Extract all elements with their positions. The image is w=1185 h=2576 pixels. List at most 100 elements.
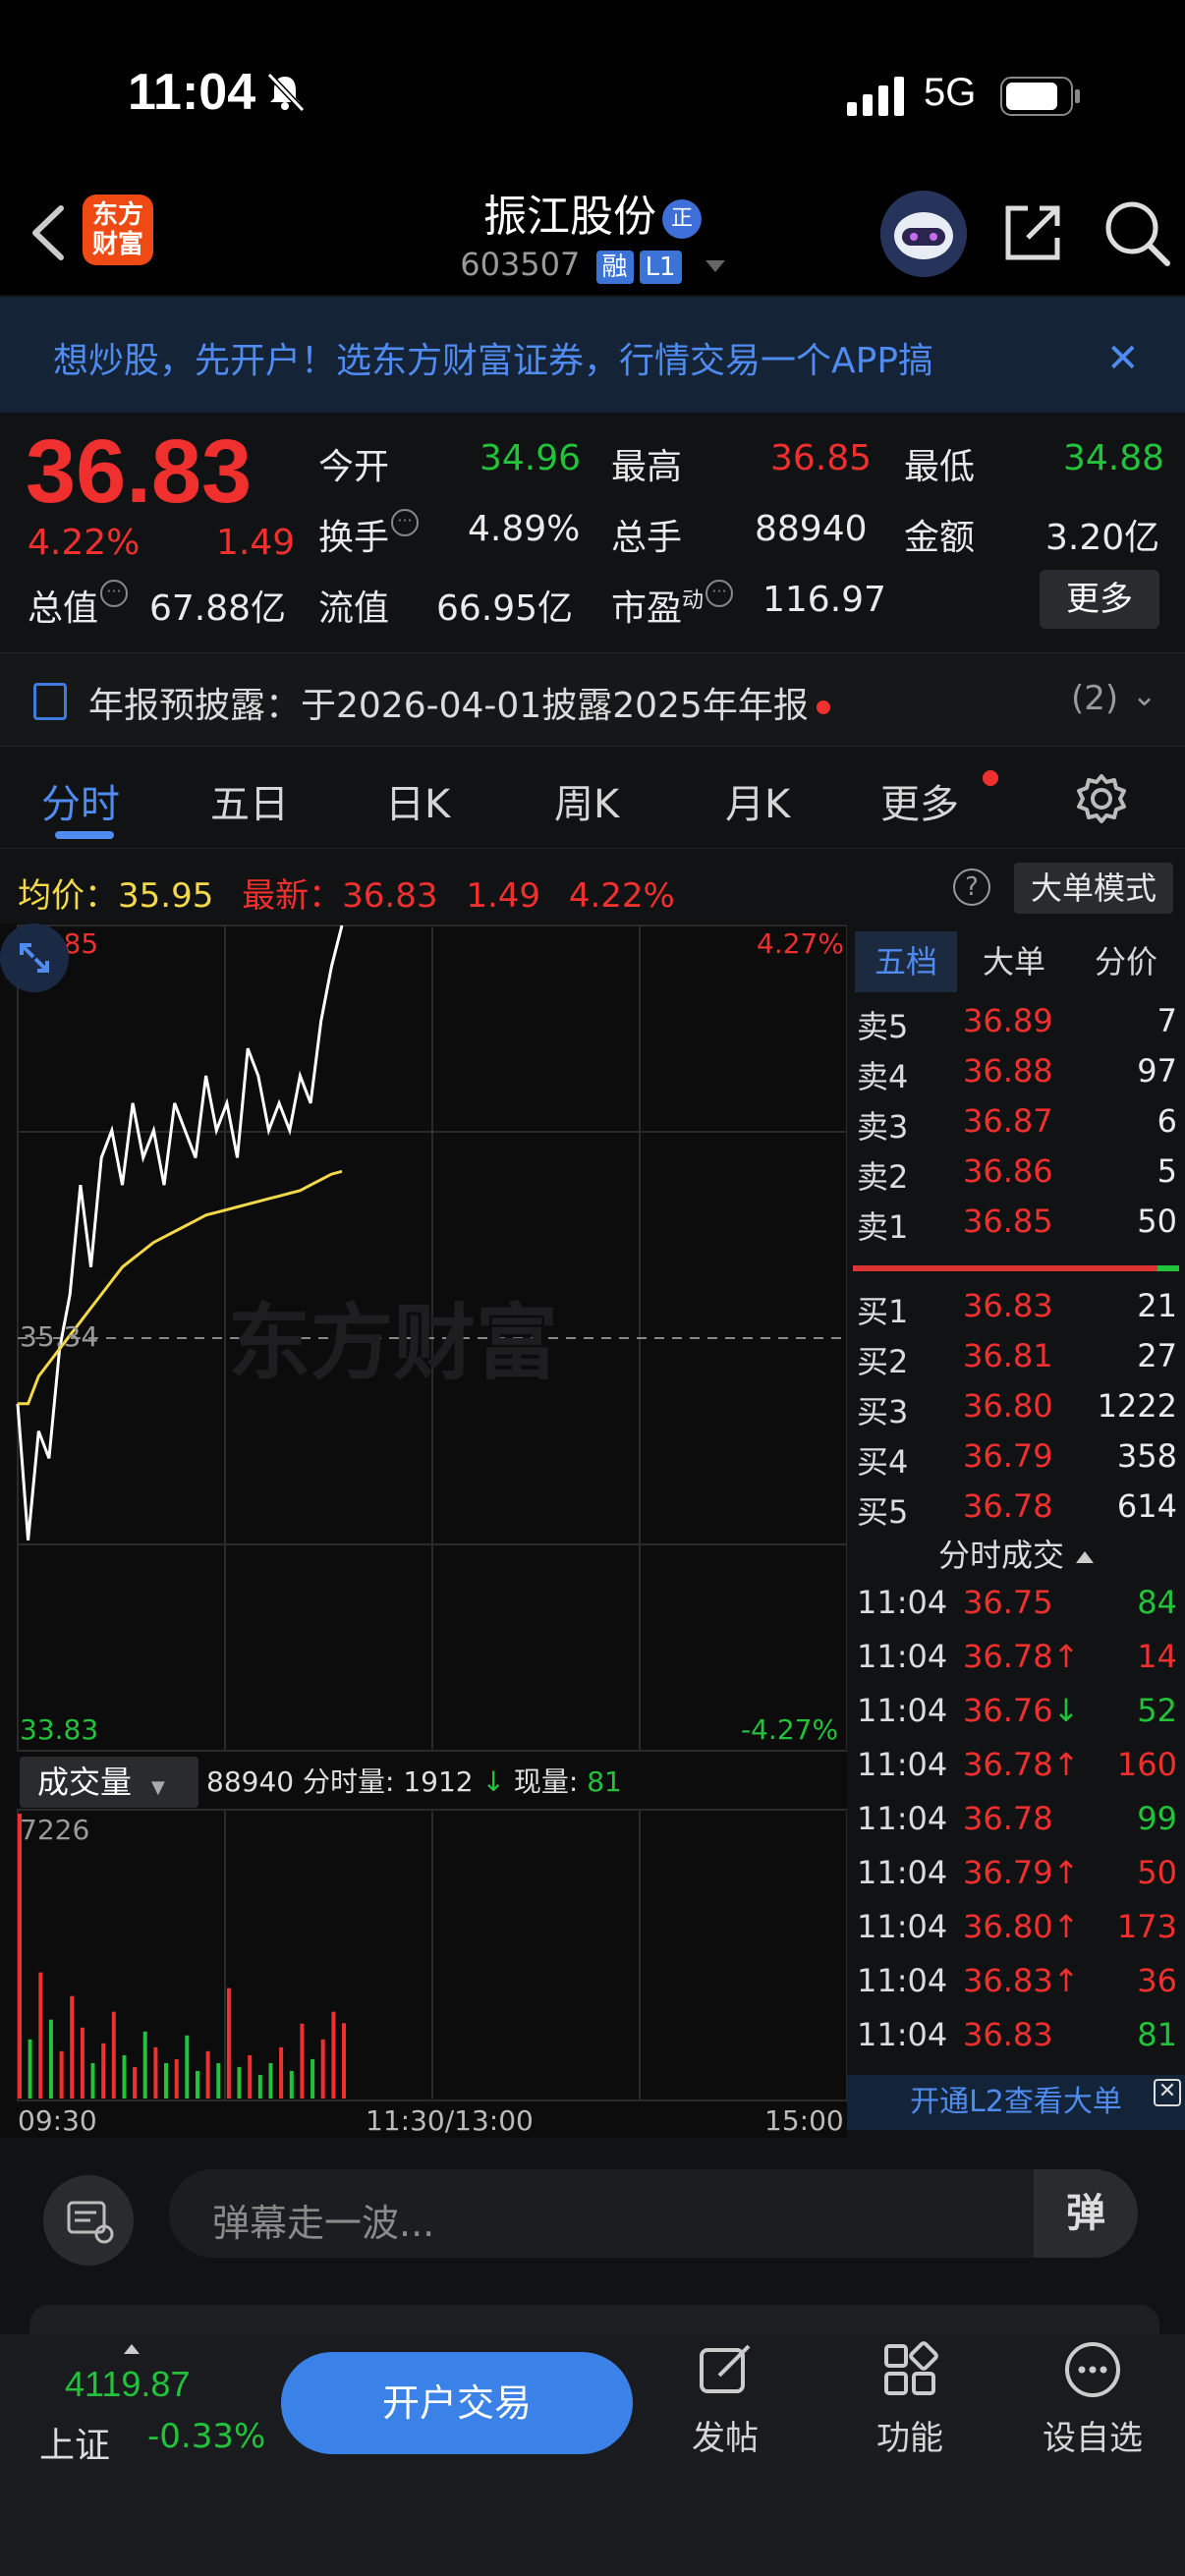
high-value: 36.85 — [770, 438, 873, 478]
volume-bar — [300, 2023, 305, 2099]
ask-row-3: 卖3 36.87 6 — [857, 1102, 1177, 1146]
more-circle-icon — [1065, 2342, 1120, 2397]
bid-row-4: 买4 36.79 358 — [857, 1437, 1177, 1481]
ask-row-2: 卖2 36.86 5 — [857, 1152, 1177, 1196]
tab-intraday[interactable]: 分时 — [41, 772, 120, 829]
chevron-down-icon[interactable]: ⌄ — [1132, 679, 1157, 713]
volume-bar — [101, 2043, 106, 2099]
announcement-text: 年报预披露：于2026-04-01披露2025年年报 — [88, 677, 830, 728]
stock-name-text: 振江股份 — [483, 192, 656, 242]
ask-row-5: 卖5 36.89 7 — [857, 1002, 1177, 1045]
stock-code-text: 603507 — [460, 246, 581, 283]
volume-bar — [320, 2039, 325, 2099]
more-quote-button[interactable]: 更多 — [1040, 570, 1159, 629]
share-icon[interactable] — [1000, 200, 1065, 265]
volume-bar — [310, 2058, 315, 2099]
volume-bar — [257, 2074, 262, 2099]
index-value[interactable]: 4119.87 — [65, 2364, 190, 2405]
book-tab-big-order[interactable]: 大单 — [963, 931, 1065, 992]
info-icon[interactable]: ··· — [100, 580, 129, 607]
order-book: 五档 大单 分价 卖5 36.89 7 卖4 36.88 97 卖3 36.87 6 卖2 3… — [847, 924, 1185, 2138]
document-icon — [33, 683, 67, 720]
l2-promo-banner[interactable]: 开通L2查看大单 ✕ — [847, 2075, 1185, 2130]
nav-add-watchlist[interactable]: 设自选 — [1024, 2340, 1161, 2459]
announcement-bar[interactable]: 年报预披露：于2026-04-01披露2025年年报 (2) ⌄ — [0, 652, 1185, 747]
tab-daily-k[interactable]: 日K — [385, 772, 450, 829]
volume-bar — [122, 2054, 127, 2099]
chevron-down-icon — [705, 260, 725, 272]
status-time: 11:04 — [128, 64, 256, 121]
index-pct[interactable]: -0.33% — [147, 2417, 265, 2456]
help-icon[interactable]: ? — [953, 868, 990, 906]
latest-label: 最新： — [242, 876, 343, 916]
battery-icon — [1000, 77, 1080, 116]
tick-row: 11:04 36.78↑ 160 — [857, 1746, 1177, 1783]
volume-bar — [153, 2046, 158, 2099]
big-order-mode-button[interactable]: 大单模式 — [1014, 863, 1173, 914]
price-line — [16, 924, 344, 1540]
bid-row-2: 买2 36.81 27 — [857, 1337, 1177, 1380]
card-edge — [29, 2305, 1159, 2334]
amount-label: 金额 — [904, 518, 976, 558]
volume-bar — [164, 2062, 168, 2099]
volume-value: 88940 — [755, 509, 868, 549]
tab-more[interactable]: 更多 — [880, 772, 959, 829]
chevron-up-icon — [1076, 1551, 1094, 1563]
axis-bottom-price: 33.83 — [20, 1713, 99, 1746]
unread-dot — [816, 700, 830, 714]
book-tab-price-dist[interactable]: 分价 — [1073, 931, 1179, 992]
promo-banner-text: 想炒股，先开户！选东方财富证券，行情交易一个APP搞 — [53, 341, 934, 381]
info-icon[interactable]: ··· — [705, 580, 734, 607]
turnover-value: 4.89% — [468, 509, 581, 549]
book-tab-five-level[interactable]: 五档 — [855, 931, 957, 992]
watermark: 东方财富 — [228, 1295, 559, 1391]
volume-bar — [48, 2019, 53, 2099]
volume-bar — [248, 2054, 253, 2099]
level-tag: L1 — [639, 251, 682, 284]
time-end: 15:00 — [764, 2104, 844, 2137]
expand-icon[interactable] — [0, 924, 69, 992]
volume-bar — [111, 2011, 116, 2099]
tab-weekly-k[interactable]: 周K — [554, 772, 619, 829]
avg-value: 35.95 — [118, 876, 214, 916]
volume-bar — [90, 2062, 95, 2099]
gear-icon[interactable] — [1075, 772, 1128, 825]
mktcap-label: 总值 ··· — [28, 580, 129, 631]
low-value: 34.88 — [1063, 438, 1165, 478]
volume-bar — [38, 1972, 43, 2099]
info-icon[interactable]: ··· — [391, 509, 420, 536]
tick-row: 11:04 36.78 99 — [857, 1800, 1177, 1837]
quote-panel: 36.83 4.22% 1.49 今开 34.96 最高 36.85 最低 34… — [0, 413, 1185, 648]
ticks-header[interactable]: 分时成交 — [847, 1531, 1185, 1576]
indicator-selector[interactable]: 成交量 ▼ — [20, 1757, 198, 1808]
comment-bar: 弹幕走一波... 弹 — [0, 2140, 1185, 2287]
close-icon[interactable]: ✕ — [1154, 2079, 1181, 2106]
intraday-chart[interactable]: 36.85 4.27% 35.34 33.83 -4.27% 东方财富 成交量▼… — [0, 924, 847, 2138]
search-icon[interactable] — [1102, 198, 1171, 267]
close-icon[interactable]: ✕ — [1106, 336, 1140, 381]
volume-bar — [205, 2050, 210, 2099]
volume-label: 总手 — [611, 518, 683, 558]
bell-muted-icon — [266, 72, 306, 113]
comment-settings-icon[interactable] — [43, 2175, 134, 2266]
chart-canvas[interactable] — [0, 924, 847, 2138]
chevron-up-icon[interactable] — [124, 2344, 140, 2354]
volume-bar — [28, 2039, 32, 2099]
open-account-trade-button[interactable]: 开户交易 — [281, 2352, 633, 2454]
change-amount: 1.49 — [216, 523, 296, 563]
amount-value: 3.20亿 — [1045, 518, 1160, 558]
axis-bottom-pct: -4.27% — [741, 1713, 839, 1746]
robot-assistant-icon[interactable] — [880, 191, 967, 277]
tab-five-day[interactable]: 五日 — [210, 772, 289, 829]
promo-banner[interactable]: 想炒股，先开户！选东方财富证券，行情交易一个APP搞 ✕ — [0, 297, 1185, 413]
latest-change: 1.49 — [466, 876, 541, 916]
mktcap-value: 67.88亿 — [149, 588, 287, 629]
danmaku-toggle-button[interactable]: 弹 — [1034, 2169, 1138, 2258]
index-name[interactable]: 上证 — [39, 2417, 110, 2468]
nav-post[interactable]: 发帖 — [656, 2340, 794, 2459]
tab-monthly-k[interactable]: 月K — [725, 772, 790, 829]
danmaku-input[interactable]: 弹幕走一波... 弹 — [169, 2169, 1138, 2258]
high-label: 最高 — [611, 447, 683, 487]
nav-functions[interactable]: 功能 — [841, 2340, 979, 2459]
pe-label: 市盈动 ··· — [611, 580, 734, 631]
